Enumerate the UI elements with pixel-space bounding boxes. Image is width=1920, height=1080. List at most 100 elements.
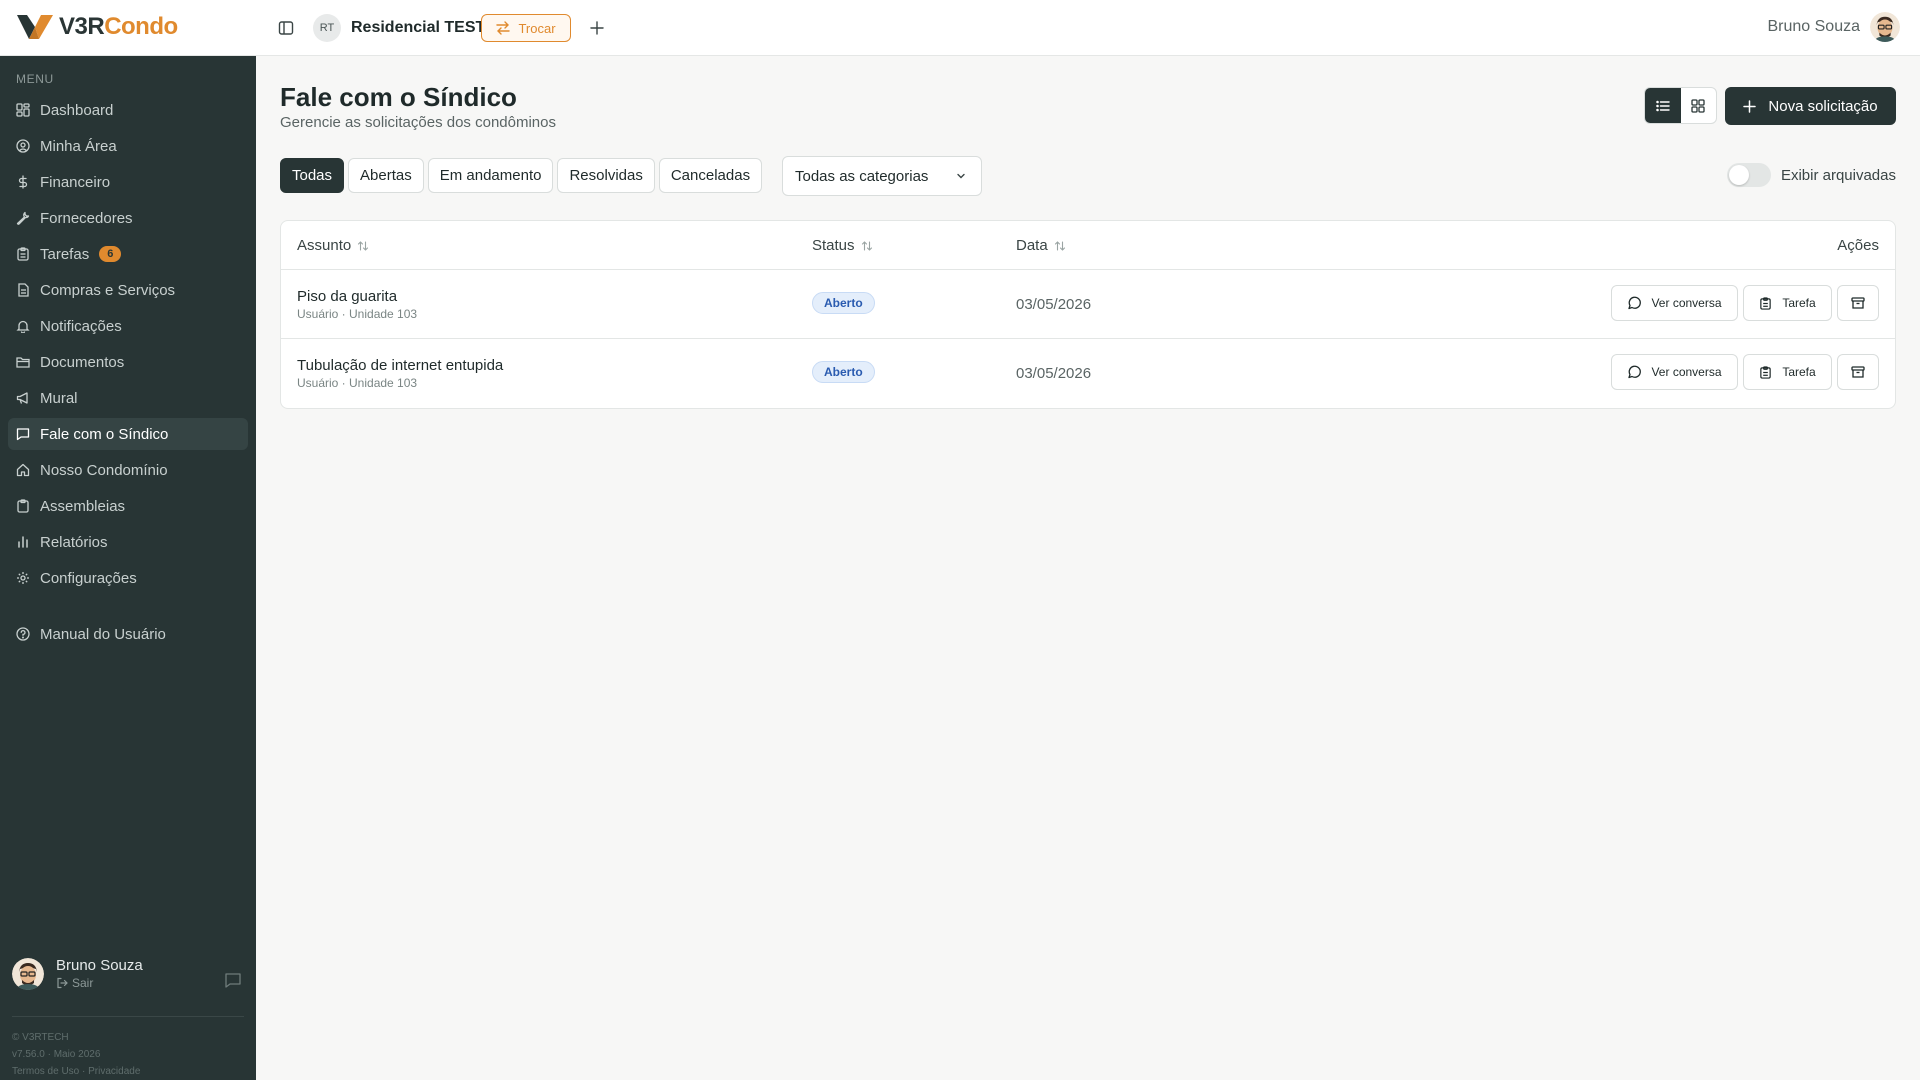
category-select-value: Todas as categorias [795,167,929,185]
sidebar-item-minha-area[interactable]: Minha Área [8,130,248,162]
tab-canceladas[interactable]: Canceladas [658,158,763,193]
column-subject-label: Assunto [297,237,352,254]
plus-icon [1743,99,1757,113]
sidebar-item-label: Minha Área [40,137,117,155]
status-badge: Aberto [812,292,875,314]
message-circle-icon [1628,365,1642,379]
avatar [1870,12,1900,42]
sidebar-user-info: Bruno Souza Sair [56,957,143,990]
tab-resolvidas[interactable]: Resolvidas [557,158,655,193]
switch-condo-button[interactable]: Trocar [481,14,571,42]
sidebar-item-configuracoes[interactable]: Configurações [8,562,248,594]
tasks-count-badge: 6 [99,246,122,262]
logout-icon [57,977,68,989]
column-subject[interactable]: Assunto [297,237,369,254]
view-conversation-label: Ver conversa [1651,296,1722,310]
show-archived-toggle[interactable] [1726,163,1771,187]
sidebar-item-fornecedores[interactable]: Fornecedores [8,202,248,234]
sidebar-item-financeiro[interactable]: Financeiro [8,166,248,198]
home-icon [16,463,30,477]
page-subtitle: Gerencie as solicitações dos condôminos [280,114,556,131]
logout-button[interactable]: Sair [56,976,143,990]
grid-icon [1691,98,1705,113]
sidebar-item-documentos[interactable]: Documentos [8,346,248,378]
status-tabs: Todas Abertas Em andamento Resolvidas Ca… [280,158,763,193]
clipboard-icon [17,499,29,513]
dashboard-icon [16,103,30,117]
task-label: Tarefa [1782,365,1816,379]
archive-button[interactable] [1837,285,1879,321]
sidebar-item-label: Mural [40,389,78,407]
swap-arrows-icon [496,21,511,35]
new-request-button[interactable]: Nova solicitação [1725,87,1896,125]
category-select[interactable]: Todas as categorias [782,156,982,196]
list-view-button[interactable] [1645,88,1681,123]
sidebar-item-dashboard[interactable]: Dashboard [8,94,248,126]
top-bar: V3RCondo RT Residencial TESTE Trocar Bru… [0,0,1920,56]
tab-em-andamento[interactable]: Em andamento [427,158,554,193]
table-row[interactable]: Piso da guarita Usuário · Unidade 103 Ab… [281,270,1895,339]
sidebar-item-relatorios[interactable]: Relatórios [8,526,248,558]
wrench-icon [16,211,30,225]
user-circle-icon [16,139,30,153]
column-date[interactable]: Data [1016,237,1066,254]
request-date: 03/05/2026 [1016,365,1092,382]
view-conversation-button[interactable]: Ver conversa [1611,354,1738,390]
request-date: 03/05/2026 [1016,296,1092,313]
table-row[interactable]: Tubulação de internet entupida Usuário ·… [281,339,1895,408]
condo-avatar: RT [313,14,341,42]
tab-todas[interactable]: Todas [280,158,345,193]
sidebar-item-label: Relatórios [40,533,108,551]
sidebar-toggle-button[interactable] [276,16,296,40]
column-actions: Ações [1837,237,1879,254]
task-button[interactable]: Tarefa [1743,285,1832,321]
condo-name: Residencial TESTE [351,19,496,36]
sidebar-item-label: Configurações [40,569,137,587]
sidebar-item-label: Fornecedores [40,209,133,227]
column-status[interactable]: Status [812,237,873,254]
sidebar-item-label: Dashboard [40,101,114,119]
terms-link[interactable]: Termos de Uso [12,1066,79,1077]
add-condo-button[interactable] [585,16,609,40]
task-button[interactable]: Tarefa [1743,354,1832,390]
grid-view-button[interactable] [1681,88,1717,123]
support-chat-button[interactable] [224,971,242,994]
sort-icon [358,240,369,251]
privacy-link[interactable]: Privacidade [88,1066,140,1077]
sidebar-item-mural[interactable]: Mural [8,382,248,414]
sidebar-item-tarefas[interactable]: Tarefas 6 [8,238,248,270]
message-circle-icon [1628,296,1642,310]
request-subject: Tubulação de internet entupida Usuário ·… [297,357,503,390]
clipboard-icon [1760,365,1772,379]
request-meta: Usuário · Unidade 103 [297,376,418,390]
sort-icon [1054,240,1065,251]
sidebar-item-label: Notificações [40,317,122,335]
show-archived: Exibir arquivadas [1726,163,1896,187]
chevron-down-icon [957,173,965,179]
sidebar-item-label: Assembleias [40,497,126,515]
archive-button[interactable] [1837,354,1879,390]
sidebar-item-nosso-condominio[interactable]: Nosso Condomínio [8,454,248,486]
tab-abertas[interactable]: Abertas [348,158,424,193]
sidebar-item-notificacoes[interactable]: Notificações [8,310,248,342]
sidebar-panel-icon [278,21,294,35]
chat-icon [16,428,30,441]
sidebar-nav: Dashboard Minha Área Financeiro Forneced… [8,94,248,654]
avatar [12,957,44,990]
view-mode-toggle [1644,87,1717,124]
sidebar-item-compras[interactable]: Compras e Serviços [8,274,248,306]
menu-label: MENU [16,72,54,86]
view-conversation-button[interactable]: Ver conversa [1611,285,1738,321]
sidebar-item-label: Manual do Usuário [40,625,166,643]
row-actions: Ver conversa Tarefa [1611,285,1879,321]
logo-text: V3RCondo [59,13,178,40]
list-icon [1655,100,1670,111]
sidebar-item-fale-com-o-sindico[interactable]: Fale com o Síndico [8,418,248,450]
user-menu[interactable]: Bruno Souza [1767,12,1900,42]
sidebar-item-manual[interactable]: Manual do Usuário [8,618,248,650]
table-header: Assunto Status Data Ações [281,221,1895,270]
sidebar-item-assembleias[interactable]: Assembleias [8,490,248,522]
sidebar-item-label: Fale com o Síndico [40,425,169,443]
logo[interactable]: V3RCondo [15,11,178,43]
sidebar-meta: © V3RTECH v7.56.0 · Maio 2026 Termos de … [12,1029,140,1080]
